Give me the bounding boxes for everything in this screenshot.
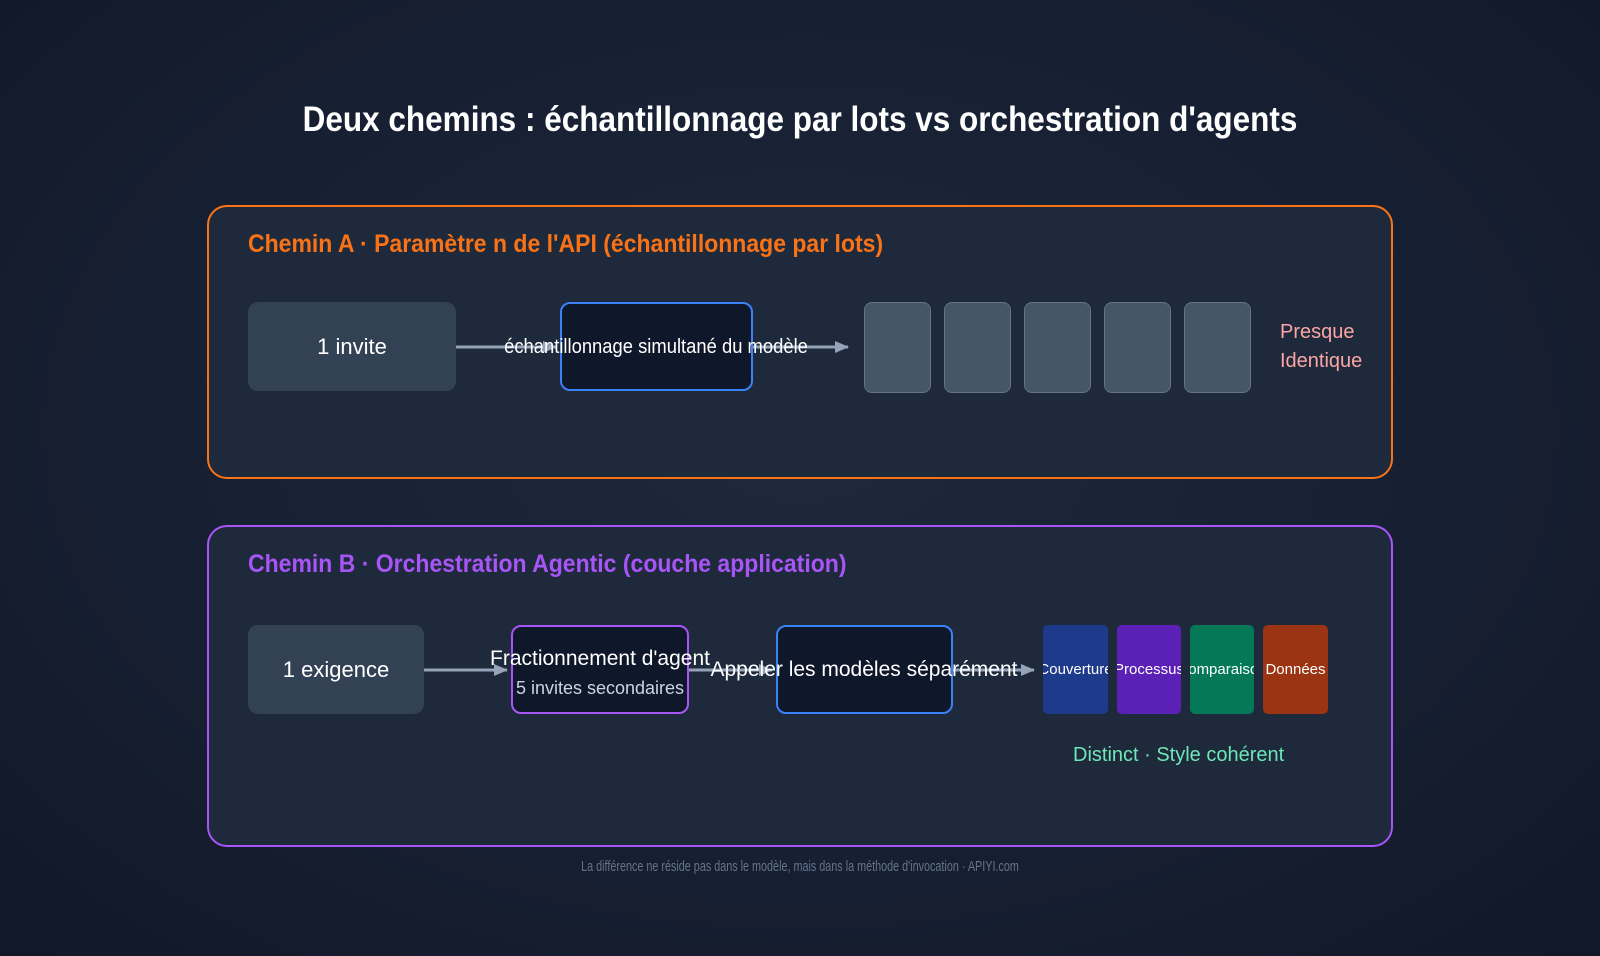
path-a-process-label: échantillonnage simultané du modèle [504, 336, 808, 358]
path-b-result: Distinct · Style cohérent [1073, 744, 1285, 766]
path-b-call-label: Appeler les modèles séparément [710, 658, 1018, 681]
footer-note: La différence ne réside pas dans le modè… [581, 858, 1019, 875]
flow-arrows [424, 341, 1035, 676]
